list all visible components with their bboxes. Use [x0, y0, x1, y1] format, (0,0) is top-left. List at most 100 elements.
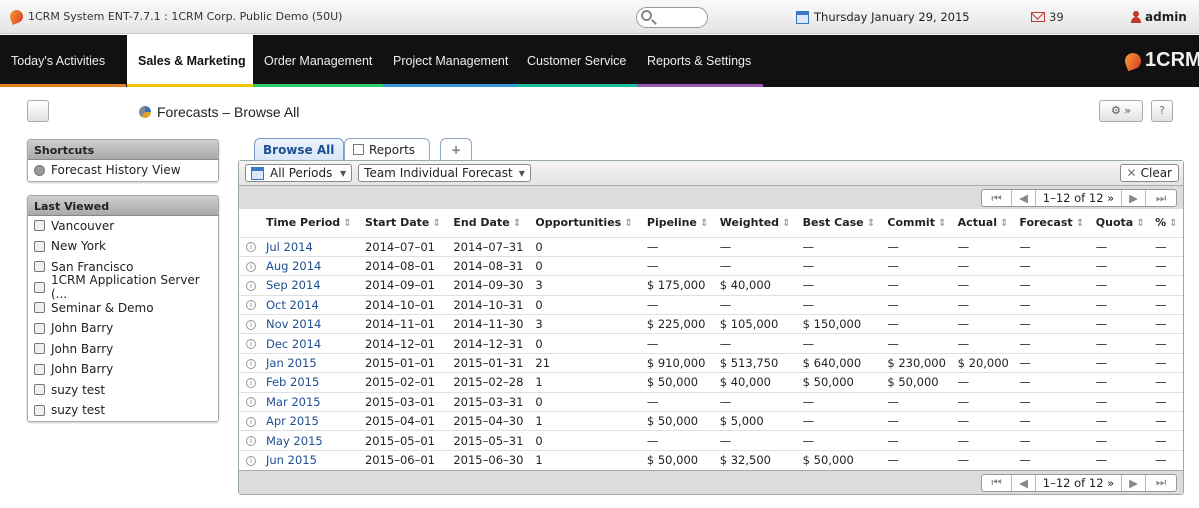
- help-button[interactable]: ?: [1151, 100, 1173, 122]
- column-header[interactable]: Forecast ⇕: [1016, 209, 1092, 237]
- column-header[interactable]: Commit ⇕: [884, 209, 954, 237]
- info-cell[interactable]: i: [239, 411, 263, 431]
- column-header[interactable]: Time Period ⇕: [263, 209, 362, 237]
- table-cell: —: [884, 236, 955, 257]
- period-select[interactable]: All Periods ▼: [245, 164, 353, 182]
- table-cell: 0: [532, 255, 644, 276]
- record-icon: [34, 261, 45, 273]
- last-viewed-item[interactable]: John Barry: [28, 339, 218, 360]
- column-header[interactable]: Pipeline ⇕: [644, 209, 717, 237]
- table-cell: 0: [532, 430, 644, 451]
- current-date[interactable]: Thursday January 29, 2015: [796, 10, 970, 24]
- prev-page-button[interactable]: ◀: [1012, 190, 1036, 206]
- period-link[interactable]: Jun 2015: [263, 449, 362, 470]
- next-page-button[interactable]: ▶: [1122, 474, 1146, 491]
- tab-browse-all[interactable]: Browse All: [254, 138, 344, 160]
- last-page-button[interactable]: ⏭: [1146, 190, 1176, 206]
- column-header[interactable]: Quota ⇕: [1093, 209, 1152, 237]
- info-cell[interactable]: i: [239, 255, 263, 276]
- first-page-button[interactable]: ⏮: [982, 190, 1012, 206]
- table-cell: $ 640,000: [799, 352, 885, 373]
- add-tab-button[interactable]: +: [440, 138, 472, 160]
- mail-indicator[interactable]: 39: [1031, 10, 1064, 24]
- table-cell: 2015–06–01: [361, 449, 451, 470]
- user-icon: [1131, 10, 1141, 24]
- tab-customer-service[interactable]: Customer Service: [517, 35, 637, 87]
- table-cell: $ 50,000: [884, 372, 955, 393]
- tab-todays-activities[interactable]: Today's Activities: [0, 35, 126, 87]
- forecast-type-select[interactable]: Team Individual Forecast ▼: [358, 164, 531, 182]
- tab-order-management[interactable]: Order Management: [253, 35, 383, 87]
- global-search-input[interactable]: [636, 7, 708, 28]
- tab-reports[interactable]: Reports: [344, 138, 430, 160]
- period-link[interactable]: Sep 2014: [263, 275, 362, 296]
- last-viewed-item[interactable]: John Barry: [28, 359, 218, 380]
- last-viewed-item[interactable]: John Barry: [28, 318, 218, 339]
- last-viewed-item[interactable]: Vancouver: [28, 216, 218, 237]
- table-row: i Aug 2014 2014–08–01 2014–08–31 0— — — — — — — —: [239, 255, 1183, 276]
- column-header[interactable]: Actual ⇕: [955, 209, 1017, 237]
- table-cell: $ 50,000: [643, 372, 717, 393]
- sort-icon: ⇕: [1166, 218, 1178, 230]
- period-link[interactable]: Mar 2015: [263, 391, 362, 412]
- shortcuts-panel: Shortcuts Forecast History View: [27, 139, 219, 182]
- brand-logo: 1CRM: [1122, 49, 1199, 72]
- info-cell[interactable]: i: [239, 372, 263, 393]
- shortcut-forecast-history[interactable]: Forecast History View: [28, 160, 218, 181]
- column-header[interactable]: End Date ⇕: [450, 209, 532, 237]
- last-viewed-item[interactable]: 1CRM Application Server (...: [28, 273, 218, 301]
- column-header[interactable]: Opportunities ⇕: [532, 209, 644, 237]
- period-link[interactable]: Aug 2014: [263, 255, 362, 276]
- period-link[interactable]: Apr 2015: [263, 411, 362, 431]
- column-header[interactable]: Weighted ⇕: [717, 209, 800, 237]
- user-menu[interactable]: admin: [1131, 10, 1187, 24]
- table-cell: —: [1092, 352, 1153, 373]
- info-cell[interactable]: i: [239, 430, 263, 451]
- tab-reports-settings[interactable]: Reports & Settings: [637, 35, 763, 87]
- table-cell: $ 40,000: [716, 275, 800, 296]
- info-cell[interactable]: i: [239, 333, 263, 354]
- period-link[interactable]: May 2015: [263, 430, 362, 451]
- info-cell[interactable]: i: [239, 391, 263, 412]
- period-link[interactable]: Jul 2014: [263, 236, 362, 257]
- table-cell: $ 32,500: [716, 449, 800, 470]
- last-viewed-item[interactable]: suzy test: [28, 400, 218, 421]
- period-link[interactable]: Jan 2015: [263, 352, 362, 373]
- last-viewed-item[interactable]: suzy test: [28, 380, 218, 401]
- info-icon: i: [246, 358, 256, 369]
- info-icon: i: [246, 339, 256, 350]
- last-page-button[interactable]: ⏭: [1146, 475, 1176, 491]
- first-page-button[interactable]: ⏮: [982, 474, 1012, 491]
- contact-icon: [34, 404, 45, 416]
- table-cell: 2014–11–30: [450, 314, 533, 334]
- info-cell[interactable]: i: [239, 352, 263, 373]
- info-cell[interactable]: i: [239, 275, 263, 296]
- period-link[interactable]: Dec 2014: [263, 333, 362, 354]
- tab-project-management[interactable]: Project Management: [383, 35, 517, 87]
- page-range-select[interactable]: 1–12 of 12 »: [1036, 474, 1122, 491]
- clear-button[interactable]: ✕ Clear: [1119, 164, 1179, 182]
- info-cell[interactable]: i: [239, 449, 263, 470]
- table-cell: 1: [532, 449, 644, 470]
- calendar-icon: [251, 166, 264, 180]
- column-header[interactable]: Best Case ⇕: [800, 209, 885, 237]
- table-cell: —: [1092, 449, 1153, 470]
- next-page-button[interactable]: ▶: [1122, 190, 1146, 206]
- info-cell[interactable]: i: [239, 294, 263, 315]
- page-range-select[interactable]: 1–12 of 12 »: [1036, 190, 1122, 206]
- tab-sales-marketing[interactable]: Sales & Marketing: [127, 35, 253, 87]
- prev-page-button[interactable]: ◀: [1012, 474, 1036, 491]
- page-title: Forecasts – Browse All: [139, 104, 299, 120]
- table-cell: $ 230,000: [884, 352, 955, 373]
- sidebar-toggle-button[interactable]: [27, 100, 49, 122]
- period-link[interactable]: Feb 2015: [263, 372, 362, 393]
- table-cell: 2015–05–01: [361, 430, 451, 451]
- column-header[interactable]: Start Date ⇕: [362, 209, 450, 237]
- info-cell[interactable]: i: [239, 314, 263, 334]
- period-link[interactable]: Nov 2014: [263, 314, 362, 334]
- last-viewed-item[interactable]: New York: [28, 236, 218, 257]
- settings-button[interactable]: ⚙ »: [1099, 100, 1143, 122]
- period-link[interactable]: Oct 2014: [263, 294, 362, 315]
- column-header[interactable]: % ⇕: [1152, 209, 1183, 237]
- info-cell[interactable]: i: [239, 236, 263, 257]
